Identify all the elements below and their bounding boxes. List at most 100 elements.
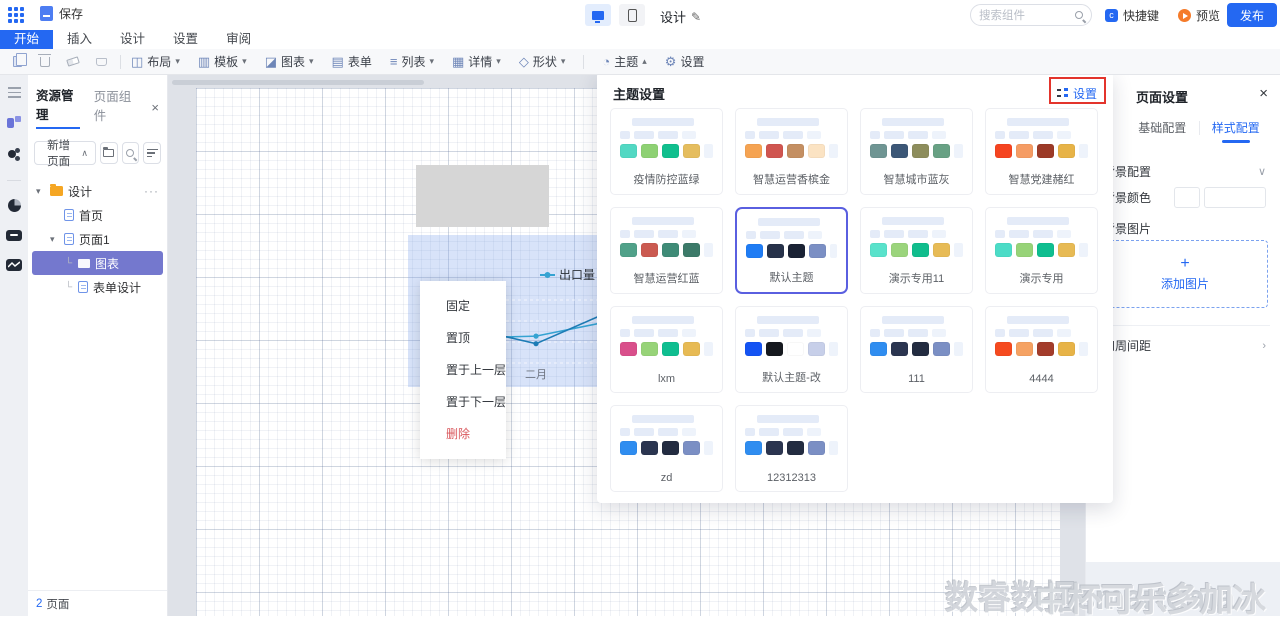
color-chip [745,342,762,356]
menu-item-置于上一层[interactable]: 置于上一层 [420,354,506,386]
color-chip [641,144,658,158]
form-icon: ▤ [332,54,344,70]
ribbon-tab-设置[interactable]: 设置 [159,30,212,49]
theme-card-111[interactable]: 111 [860,306,973,393]
tool-layout[interactable]: ◫布局▾ [131,53,180,70]
folder-button[interactable] [100,142,118,164]
tab-style-config[interactable]: 样式配置 [1200,119,1273,143]
tree-item-设计[interactable]: ▾设计··· [32,179,163,203]
tab-resource-manage[interactable]: 资源管理 [36,85,80,129]
pie-chart-icon[interactable] [8,199,21,212]
bg-color-swatch[interactable] [1174,187,1200,208]
menu-item-置顶[interactable]: 置顶 [420,322,506,354]
color-chip [870,342,887,356]
ribbon-tab-设计[interactable]: 设计 [106,30,159,49]
tool-form[interactable]: ▤表单 [332,53,372,70]
save-button[interactable]: 保存 [40,5,83,22]
theme-thumbnail [736,406,847,455]
menu-icon[interactable] [8,87,21,98]
copy-button[interactable] [8,53,26,71]
ribbon-tab-插入[interactable]: 插入 [53,30,106,49]
card-icon[interactable] [6,230,22,241]
theme-card-默认主题[interactable]: 默认主题 [735,207,848,294]
color-chip [787,441,804,455]
ribbon-tab-审阅[interactable]: 审阅 [212,30,265,49]
eraser-button[interactable] [64,53,82,71]
publish-button[interactable]: 发布 [1227,3,1277,27]
delete-button[interactable] [36,53,54,71]
menu-item-删除[interactable]: 删除 [420,418,506,450]
list-icon: ≡ [390,54,398,69]
chevron-right-icon[interactable]: › [1262,340,1266,352]
add-page-button[interactable]: 新增页面 ∧ [34,141,96,165]
components-icon[interactable] [7,116,21,130]
tool-template[interactable]: ▥模板▾ [198,53,247,70]
caret-down-icon: ▾ [561,56,566,67]
tree-item-首页[interactable]: 首页 [32,203,163,227]
dots-icon[interactable] [7,148,21,162]
theme-card-演示专用11[interactable]: 演示专用11 [860,207,973,294]
tree-item-图表[interactable]: └图表 [32,251,163,275]
branch-connector: └ [64,282,73,293]
collapse-button[interactable] [143,142,161,164]
menu-item-置于下一层[interactable]: 置于下一层 [420,386,506,418]
tool-label: 详情 [468,53,492,70]
tool-list[interactable]: ≡列表▾ [390,53,434,70]
theme-card-智慧运营红蓝[interactable]: 智慧运营红蓝 [610,207,723,294]
edit-pencil-icon[interactable]: ✎ [691,10,701,24]
theme-icon: ◔ [602,54,610,69]
chevron-down-icon[interactable]: ∨ [1258,165,1266,178]
theme-card-演示专用[interactable]: 演示专用 [985,207,1098,294]
theme-card-智慧城市蓝灰[interactable]: 智慧城市蓝灰 [860,108,973,195]
theme-card-智慧党建赭红[interactable]: 智慧党建赭红 [985,108,1098,195]
tool-gear[interactable]: ⚙设置 [665,53,705,70]
theme-card-智慧运营香槟金[interactable]: 智慧运营香槟金 [735,108,848,195]
color-chip [870,144,887,158]
preview-label: 预览 [1196,7,1220,24]
preview-button[interactable]: 预览 [1178,7,1220,24]
close-icon[interactable]: × [1259,85,1268,102]
sidebar-close-icon[interactable]: × [151,100,159,115]
color-chip [788,244,805,258]
theme-card-4444[interactable]: 4444 [985,306,1098,393]
menu-item-固定[interactable]: 固定 [420,290,506,322]
tree-item-页面1[interactable]: ▾页面1 [32,227,163,251]
add-image-dropzone[interactable]: + 添加图片 [1102,240,1268,308]
tab-page-components[interactable]: 页面组件 [94,86,138,128]
theme-card-疫情防控蓝绿[interactable]: 疫情防控蓝绿 [610,108,723,195]
tree-item-表单设计[interactable]: └ 表单设计 [32,275,163,299]
toolbar-divider [120,55,121,69]
app-grid-icon[interactable] [8,7,24,23]
clear-button[interactable] [92,53,110,71]
desktop-view-button[interactable] [585,4,611,26]
detail-icon: ▦ [452,54,464,70]
theme-card-zd[interactable]: zd [610,405,723,492]
theme-card-12312313[interactable]: 12312313 [735,405,848,492]
copy-icon [13,56,22,67]
horizontal-scrollbar[interactable] [172,80,424,85]
theme-name: 111 [861,373,972,385]
svg-text:出口量: 出口量 [559,268,595,282]
tree-search-button[interactable] [122,142,140,164]
shortcut-button[interactable]: c 快捷键 [1105,7,1159,24]
tool-chart[interactable]: ◪图表▾ [265,53,314,70]
tool-label: 布局 [147,53,171,70]
color-chip [767,244,784,258]
more-icon[interactable]: ··· [144,184,159,198]
ribbon-tab-开始[interactable]: 开始 [0,30,53,49]
color-chip [891,144,908,158]
mobile-view-button[interactable] [619,4,645,26]
bg-color-input[interactable] [1204,187,1266,208]
tool-shape[interactable]: ◇形状▾ [519,53,566,70]
theme-card-默认主题-改[interactable]: 默认主题-改 [735,306,848,393]
keyboard-key-icon: c [1105,9,1118,22]
tool-theme[interactable]: ◔主题▴ [602,53,646,70]
search-input[interactable]: 搜索组件 [970,4,1092,26]
theme-card-lxm[interactable]: lxm [610,306,723,393]
tool-detail[interactable]: ▦详情▾ [452,53,501,70]
tab-basic-config[interactable]: 基础配置 [1126,119,1199,143]
placeholder-block[interactable] [416,165,549,227]
tree-item-label: 表单设计 [93,279,141,296]
color-chip [766,441,783,455]
line-chart-icon[interactable] [6,259,22,271]
